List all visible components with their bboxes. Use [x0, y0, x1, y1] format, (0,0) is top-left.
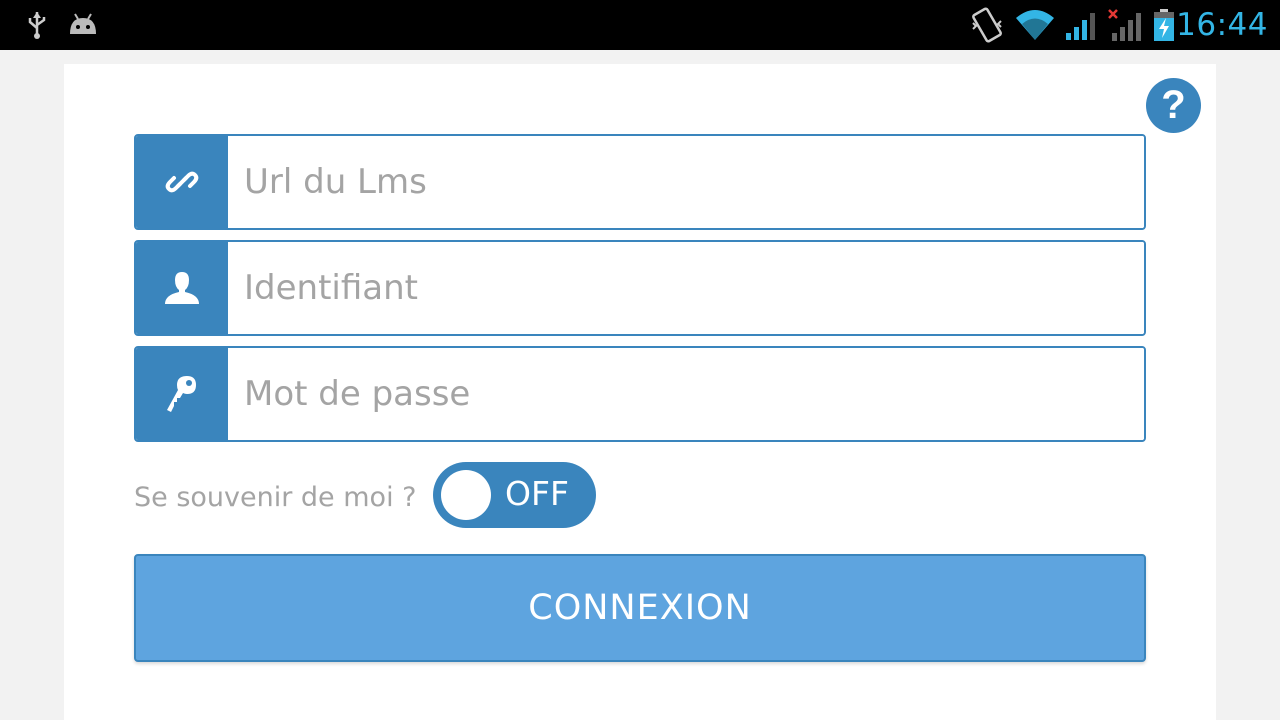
- remember-me-label: Se souvenir de moi ?: [134, 482, 417, 513]
- usb-icon: [26, 0, 48, 50]
- password-field: [134, 346, 1146, 442]
- status-bar: 16:44: [0, 0, 1280, 50]
- lms-url-field: [134, 134, 1146, 230]
- vibrate-icon: [970, 0, 1004, 50]
- username-input[interactable]: [228, 242, 1144, 334]
- signal-no-data-icon: [1106, 0, 1144, 50]
- remember-me-toggle[interactable]: OFF: [433, 462, 596, 528]
- clock-time: 16:44: [1176, 7, 1268, 43]
- link-icon: [136, 136, 228, 228]
- signal-icon: [1064, 0, 1098, 50]
- wifi-icon: [1014, 0, 1056, 50]
- help-button[interactable]: ?: [1146, 78, 1201, 133]
- toggle-state-text: OFF: [505, 474, 569, 513]
- android-debug-icon: [67, 0, 99, 50]
- toggle-knob: [441, 470, 491, 520]
- help-icon: ?: [1161, 83, 1186, 127]
- connexion-button[interactable]: CONNEXION: [134, 554, 1146, 662]
- user-icon: [136, 242, 228, 334]
- password-input[interactable]: [228, 348, 1144, 440]
- lms-url-input[interactable]: [228, 136, 1144, 228]
- key-icon: [136, 348, 228, 440]
- username-field: [134, 240, 1146, 336]
- battery-charging-icon: [1152, 0, 1176, 50]
